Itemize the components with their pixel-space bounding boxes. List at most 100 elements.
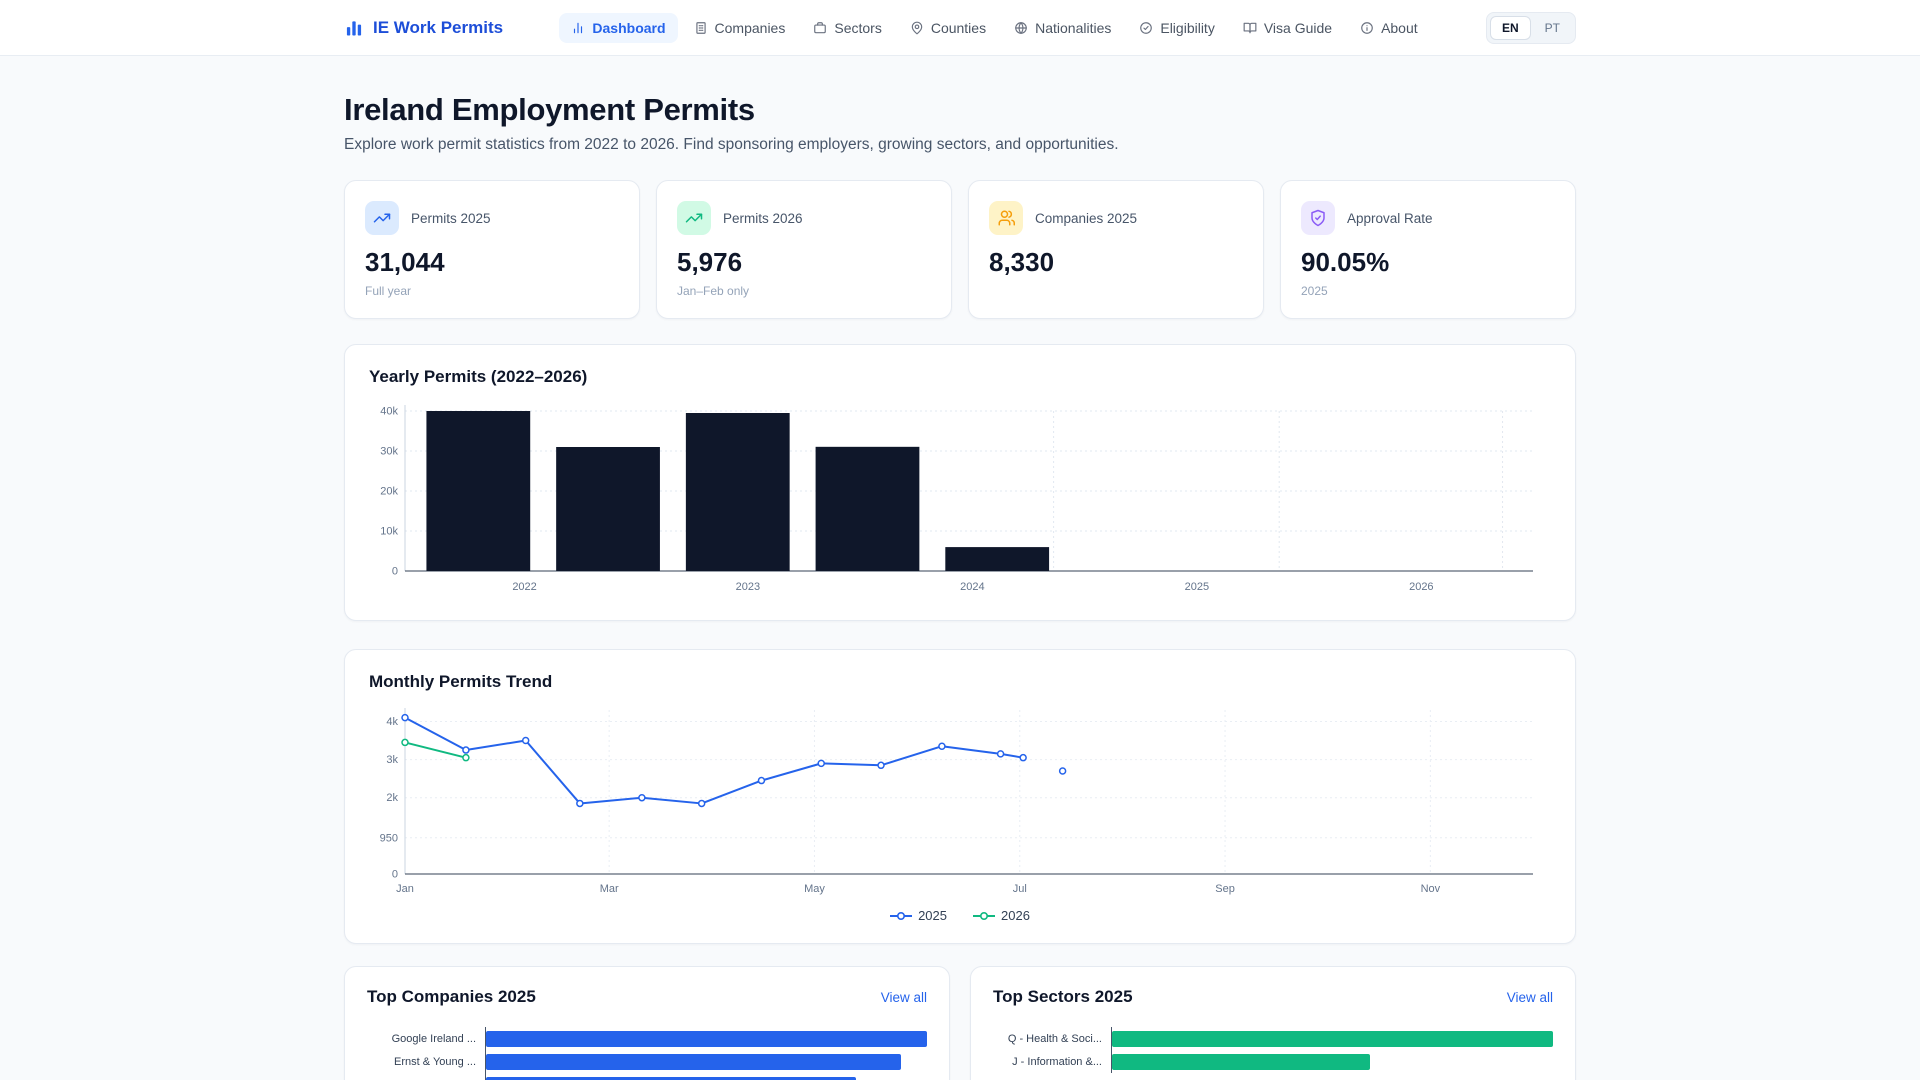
nav-item-dashboard[interactable]: Dashboard	[559, 12, 678, 43]
bar	[1112, 1053, 1370, 1070]
nav-label: Nationalities	[1035, 19, 1112, 36]
top-sectors-card: Top Sectors 2025 View all Q - Health & S…	[970, 966, 1576, 1080]
monthly-trend-card: Monthly Permits Trend 0 950 2k 3k 4k Jan Mar Ma…	[344, 649, 1576, 944]
dashboard-icon	[571, 21, 585, 35]
language-switcher: EN PT	[1485, 11, 1576, 44]
nav-label: Sectors	[834, 19, 882, 36]
lang-en-button[interactable]: EN	[1489, 15, 1531, 40]
svg-text:Jul: Jul	[1013, 883, 1027, 895]
svg-text:10k: 10k	[380, 526, 398, 538]
legend-label: 2025	[918, 908, 947, 923]
building-icon	[694, 21, 708, 35]
nav-item-about[interactable]: About	[1348, 13, 1430, 43]
nav-item-nationalities[interactable]: Nationalities	[1002, 13, 1123, 43]
svg-text:0: 0	[392, 566, 398, 578]
bar-track	[485, 1073, 927, 1080]
nav-item-eligibility[interactable]: Eligibility	[1127, 13, 1226, 43]
yearly-chart-title: Yearly Permits (2022–2026)	[369, 367, 588, 386]
nav-item-sectors[interactable]: Sectors	[801, 13, 893, 43]
svg-text:0: 0	[392, 869, 398, 881]
bar-track	[1111, 1027, 1553, 1050]
svg-text:2k: 2k	[386, 792, 398, 804]
stat-card-permits-2025: Permits 2025 31,044 Full year	[344, 180, 640, 319]
svg-text:4k: 4k	[386, 716, 398, 728]
map-pin-icon	[910, 21, 924, 35]
top-companies-bar-chart: Google Ireland ... Ernst & Young ...	[367, 1027, 927, 1080]
stat-label: Permits 2026	[723, 210, 803, 226]
svg-text:2024: 2024	[960, 581, 984, 593]
info-icon	[1360, 21, 1374, 35]
svg-text:2023: 2023	[736, 581, 760, 593]
svg-text:Mar: Mar	[600, 883, 619, 895]
bar-row-label: J - Information &...	[1012, 1055, 1102, 1068]
svg-text:2025: 2025	[1185, 581, 1209, 593]
users-icon	[989, 201, 1023, 235]
stat-label: Approval Rate	[1347, 210, 1433, 226]
top-companies-card: Top Companies 2025 View all Google Irela…	[344, 966, 950, 1080]
nav-item-counties[interactable]: Counties	[898, 13, 998, 43]
page-subtitle: Explore work permit statistics from 2022…	[344, 136, 1119, 153]
monthly-chart-title: Monthly Permits Trend	[369, 672, 553, 691]
monthly-trend-line-chart: 0 950 2k 3k 4k Jan Mar May Jul Sep Nov	[380, 708, 1533, 895]
svg-text:20k: 20k	[380, 486, 398, 498]
stat-note: Jan–Feb only	[677, 284, 750, 298]
stat-note	[989, 284, 1243, 298]
legend-label: 2026	[1001, 908, 1030, 923]
legend-item-2025[interactable]: 2025	[890, 908, 947, 923]
bar-row: J - Information &...	[993, 1050, 1553, 1073]
legend-line-marker-icon	[890, 911, 913, 921]
globe-icon	[1014, 21, 1028, 35]
stat-value: 90.05%	[1301, 247, 1390, 277]
yearly-permits-bar-chart: 0 10k 20k 30k 40k 2022 2023 2024 2025 2026	[380, 405, 1533, 593]
bar	[486, 1076, 857, 1080]
top-sectors-view-all-link[interactable]: View all	[1507, 990, 1553, 1005]
nav-item-visa-guide[interactable]: Visa Guide	[1231, 13, 1344, 43]
bar-row: Ernst & Young ...	[367, 1050, 927, 1073]
svg-text:3k: 3k	[386, 754, 398, 766]
bar-track	[1111, 1050, 1553, 1073]
main-content: Ireland Employment Permits Explore work …	[344, 56, 1576, 1080]
nav-item-companies[interactable]: Companies	[682, 13, 798, 43]
trending-up-icon	[365, 201, 399, 235]
bar-row-label: Ernst & Young ...	[394, 1055, 476, 1068]
bar-track	[485, 1050, 927, 1073]
bar-row: Q - Health & Soci...	[993, 1027, 1553, 1050]
bar-row	[367, 1073, 927, 1080]
main-nav: Dashboard Companies Sectors Counties Nat…	[559, 12, 1430, 43]
check-circle-icon	[1139, 21, 1153, 35]
svg-text:950: 950	[380, 832, 398, 844]
chart-legend: 2025 2026	[369, 908, 1551, 923]
stat-value: 31,044	[365, 247, 445, 277]
top-companies-view-all-link[interactable]: View all	[881, 990, 927, 1005]
bar	[486, 1053, 901, 1070]
bar	[486, 1030, 927, 1047]
stat-label: Permits 2025	[411, 210, 491, 226]
svg-text:May: May	[804, 883, 825, 895]
svg-text:2022: 2022	[512, 581, 536, 593]
book-open-icon	[1243, 21, 1257, 35]
stat-card-permits-2026: Permits 2026 5,976 Jan–Feb only	[656, 180, 952, 319]
hero-section: Ireland Employment Permits Explore work …	[344, 56, 1576, 154]
page-title: Ireland Employment Permits	[344, 92, 755, 127]
nav-label: Companies	[714, 19, 786, 36]
bottom-grid: Top Companies 2025 View all Google Irela…	[344, 966, 1576, 1080]
svg-text:40k: 40k	[380, 406, 398, 418]
stat-note: 2025	[1301, 284, 1328, 298]
stat-card-approval-rate: Approval Rate 90.05% 2025	[1280, 180, 1576, 319]
trending-up-icon	[677, 201, 711, 235]
bar-chart-logo-icon	[346, 20, 362, 35]
svg-text:30k: 30k	[380, 446, 398, 458]
svg-text:2026: 2026	[1409, 581, 1433, 593]
nav-label: Dashboard	[592, 19, 666, 36]
brand-logo[interactable]: IE Work Permits	[344, 18, 503, 38]
stat-label: Companies 2025	[1035, 210, 1138, 226]
legend-line-marker-icon	[973, 911, 995, 921]
legend-item-2026[interactable]: 2026	[973, 908, 1030, 923]
lang-pt-button[interactable]: PT	[1533, 16, 1572, 40]
bar-row-label: Q - Health & Soci...	[1007, 1032, 1102, 1045]
nav-label: Visa Guide	[1263, 19, 1333, 36]
shield-check-icon	[1301, 201, 1335, 235]
stat-note: Full year	[365, 284, 412, 298]
bar-row: Google Ireland ...	[367, 1027, 927, 1050]
stats-grid: Permits 2025 31,044 Full year Permits 20…	[344, 180, 1576, 319]
